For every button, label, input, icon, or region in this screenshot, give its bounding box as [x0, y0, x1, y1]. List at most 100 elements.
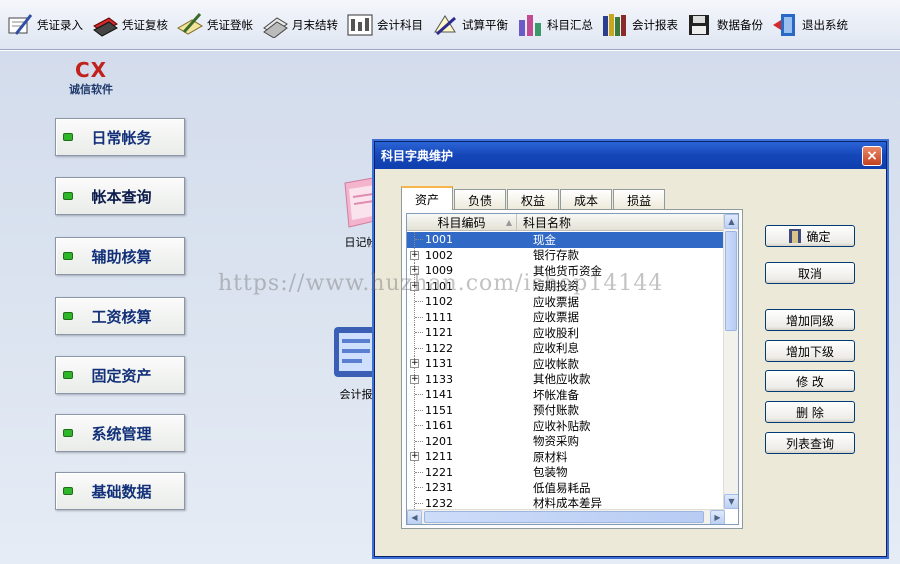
- tree-line: [407, 464, 423, 480]
- table-row[interactable]: 1161 应收补贴款: [407, 418, 725, 434]
- table-row[interactable]: +1101 短期投资: [407, 278, 725, 295]
- toolbar-button-accounts[interactable]: 会计科目: [342, 3, 426, 47]
- toolbar-button-summary[interactable]: 科目汇总: [512, 3, 596, 47]
- expand-plus-icon[interactable]: +: [407, 247, 423, 263]
- account-name-cell: 应收票据: [533, 294, 579, 309]
- account-code-cell: 1121: [425, 326, 453, 340]
- table-row[interactable]: 1122 应收利息: [407, 340, 725, 357]
- tab-4[interactable]: 成本: [560, 189, 613, 210]
- account-name-cell: 包装物: [533, 465, 568, 480]
- scroll-right-arrow-icon[interactable]: ▶: [710, 510, 725, 524]
- list-query-button[interactable]: 列表查询: [765, 432, 855, 454]
- account-dictionary-dialog: 科目字典维护 × 资产 负债 权益 成本 损益 科目编码 ▲ 科目名称 1001 现金 +1…: [374, 141, 887, 557]
- tab-1[interactable]: 资产: [401, 186, 454, 210]
- toolbar-button-label: 月末结转: [292, 17, 338, 32]
- sidebar-item-4[interactable]: 工资核算: [55, 297, 185, 335]
- toolbar-button-exit[interactable]: 退出系统: [767, 3, 851, 47]
- summary-icon: [515, 11, 545, 39]
- company-logo: CX 诚信软件: [56, 59, 126, 97]
- account-code-cell: 1151: [425, 403, 453, 417]
- tab-3[interactable]: 权益: [507, 189, 560, 210]
- table-row[interactable]: 1121 应收股利: [407, 325, 725, 341]
- table-row[interactable]: +1002 银行存款: [407, 247, 725, 264]
- tree-line: [407, 232, 423, 248]
- account-name-cell: 预付账款: [533, 403, 579, 418]
- tree-line: [407, 309, 423, 325]
- toolbar-button-month-end[interactable]: 月末结转: [257, 3, 341, 47]
- column-header-name[interactable]: 科目名称: [517, 214, 725, 231]
- horizontal-scrollbar[interactable]: ◀ ▶: [407, 509, 725, 524]
- table-row[interactable]: 1201 物资采购: [407, 433, 725, 450]
- cancel-button[interactable]: 取消: [765, 262, 855, 284]
- table-row[interactable]: 1001 现金: [407, 232, 725, 248]
- vertical-scrollbar[interactable]: ▲ ▼: [723, 214, 738, 509]
- toolbar-button-backup[interactable]: 数据备份: [682, 3, 766, 47]
- add-child-level-label: 增加下级: [785, 344, 834, 359]
- tree-line: [407, 433, 423, 449]
- edit-button[interactable]: 修 改: [765, 370, 855, 392]
- sidebar-item-2[interactable]: 帐本查询: [55, 177, 185, 215]
- sidebar-item-3[interactable]: 辅助核算: [55, 237, 185, 275]
- sidebar-item-5[interactable]: 固定资产: [55, 356, 185, 394]
- ok-button[interactable]: 确定: [765, 225, 855, 247]
- ok-button-label: 确定: [806, 229, 831, 244]
- tab-2[interactable]: 负债: [454, 189, 507, 210]
- sidebar-item-7[interactable]: 基础数据: [55, 472, 185, 510]
- vertical-scroll-thumb[interactable]: [725, 231, 737, 331]
- expand-plus-icon[interactable]: +: [407, 371, 423, 387]
- toolbar-button-voucher-review[interactable]: 凭证复核: [87, 3, 171, 47]
- expand-plus-icon[interactable]: +: [407, 356, 423, 372]
- sort-ascending-icon: ▲: [505, 218, 512, 227]
- tree-line: [407, 418, 423, 434]
- account-code-cell: 1002: [425, 248, 453, 262]
- account-code-cell: 1009: [425, 264, 453, 278]
- table-row[interactable]: 1111 应收票据: [407, 309, 725, 326]
- table-row[interactable]: 1141 坏帐准备: [407, 387, 725, 403]
- account-code-cell: 1001: [425, 233, 453, 247]
- close-button[interactable]: ×: [862, 146, 882, 166]
- account-name-cell: 应收股利: [533, 325, 579, 340]
- dialog-title-bar[interactable]: 科目字典维护: [375, 142, 886, 169]
- table-row[interactable]: +1131 应收帐款: [407, 356, 725, 372]
- sidebar-item-1[interactable]: 日常帐务: [55, 118, 185, 156]
- accounts-icon: [345, 11, 375, 39]
- status-led-icon: [63, 487, 73, 495]
- add-same-level-button[interactable]: 增加同级: [765, 309, 855, 331]
- account-code-cell: 1133: [425, 372, 453, 386]
- account-code-cell: 1101: [425, 279, 453, 293]
- table-row[interactable]: +1133 其他应收款: [407, 371, 725, 388]
- toolbar-button-label: 科目汇总: [547, 17, 593, 32]
- expand-plus-icon[interactable]: +: [407, 263, 423, 279]
- tree-line: [407, 340, 423, 356]
- table-row[interactable]: 1151 预付账款: [407, 402, 725, 419]
- scroll-down-arrow-icon[interactable]: ▼: [724, 494, 738, 509]
- scroll-left-arrow-icon[interactable]: ◀: [407, 510, 422, 524]
- table-row[interactable]: 1102 应收票据: [407, 294, 725, 310]
- add-child-level-button[interactable]: 增加下级: [765, 340, 855, 362]
- table-row[interactable]: 1221 包装物: [407, 464, 725, 481]
- account-name-cell: 应收补贴款: [533, 418, 591, 433]
- scroll-up-arrow-icon[interactable]: ▲: [724, 214, 738, 229]
- column-header-code[interactable]: 科目编码 ▲: [407, 214, 517, 231]
- sidebar-item-label: 工资核算: [91, 307, 152, 326]
- expand-plus-icon[interactable]: +: [407, 278, 423, 294]
- toolbar-button-voucher-entry[interactable]: 凭证录入: [2, 3, 86, 47]
- status-led-icon: [63, 252, 73, 260]
- toolbar-button-voucher-post[interactable]: 凭证登帐: [172, 3, 256, 47]
- sidebar-item-6[interactable]: 系统管理: [55, 414, 185, 452]
- table-row[interactable]: +1009 其他货币资金: [407, 263, 725, 279]
- toolbar-button-label: 凭证登帐: [207, 17, 253, 32]
- toolbar-button-trial-balance[interactable]: 试算平衡: [427, 3, 511, 47]
- horizontal-scroll-thumb[interactable]: [424, 511, 704, 523]
- voucher-entry-icon: [5, 11, 35, 39]
- cancel-button-label: 取消: [797, 266, 822, 281]
- table-row[interactable]: +1211 原材料: [407, 449, 725, 465]
- tab-5[interactable]: 损益: [613, 189, 666, 210]
- toolbar-button-label: 数据备份: [717, 17, 763, 32]
- account-code-cell: 1201: [425, 434, 453, 448]
- exit-icon: [770, 11, 800, 39]
- toolbar-button-reports[interactable]: 会计报表: [597, 3, 681, 47]
- delete-button[interactable]: 删 除: [765, 401, 855, 423]
- expand-plus-icon[interactable]: +: [407, 449, 423, 465]
- table-row[interactable]: 1231 低值易耗品: [407, 480, 725, 496]
